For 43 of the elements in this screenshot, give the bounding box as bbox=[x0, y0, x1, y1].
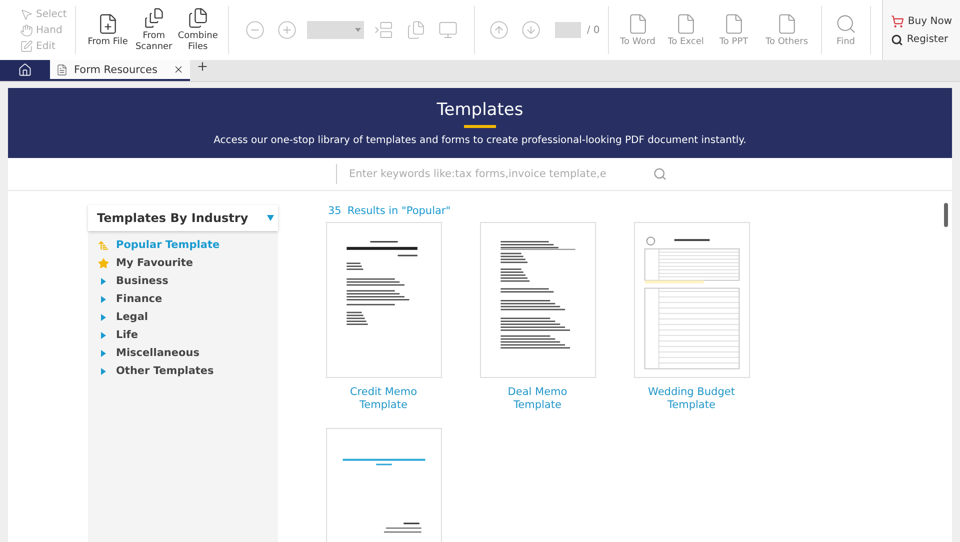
hand-icon bbox=[20, 24, 33, 36]
document-thumbnail[interactable] bbox=[480, 222, 596, 378]
from-scanner-button[interactable]: From Scanner bbox=[132, 7, 176, 53]
results-count: 35 bbox=[328, 205, 342, 217]
home-tab[interactable] bbox=[0, 60, 50, 81]
from-file-button[interactable]: From File bbox=[84, 12, 132, 48]
sidebar-header[interactable]: Templates By Industry bbox=[88, 205, 278, 231]
sidebar-title: Templates By Industry bbox=[97, 211, 248, 225]
document-thumbnail[interactable] bbox=[326, 428, 442, 542]
banner-title: Templates bbox=[436, 100, 524, 120]
category-item[interactable]: Finance bbox=[98, 291, 268, 307]
banner-subtitle: Access our one-stop library of templates and forms to create professional-looking PDF document instantly. bbox=[214, 135, 746, 146]
pointer-icon bbox=[20, 8, 33, 20]
category-item[interactable]: Legal bbox=[98, 309, 268, 325]
scrollbar-thumb[interactable] bbox=[944, 203, 948, 227]
search-icon bbox=[834, 12, 857, 34]
home-icon bbox=[18, 62, 32, 76]
page-number-field[interactable] bbox=[554, 22, 581, 38]
edit-icon bbox=[20, 40, 33, 52]
document-thumbnail[interactable] bbox=[326, 222, 442, 378]
category-item[interactable]: Other Templates bbox=[98, 363, 268, 379]
files-icon bbox=[186, 7, 209, 29]
dropdown-icon bbox=[354, 28, 361, 32]
category-item[interactable]: Miscellaneous bbox=[98, 345, 268, 361]
category-item[interactable]: Life bbox=[98, 327, 268, 343]
results-label: Results in "Popular" bbox=[347, 205, 451, 217]
cart-icon bbox=[890, 14, 904, 28]
spreadsheet-thumbnail[interactable] bbox=[634, 222, 750, 378]
document-tab[interactable]: Form Resources bbox=[50, 60, 190, 81]
page-count: / 0 bbox=[586, 24, 600, 36]
star-icon bbox=[98, 258, 109, 268]
document-icon bbox=[56, 64, 68, 76]
ranking-icon bbox=[98, 240, 109, 250]
dropdown-icon bbox=[267, 215, 274, 221]
search-icon bbox=[890, 34, 903, 46]
buy-now-button[interactable]: Buy Now bbox=[890, 14, 952, 28]
category-item[interactable]: My Favourite bbox=[98, 255, 268, 271]
register-button[interactable]: Register bbox=[890, 34, 952, 46]
zoom-dropdown[interactable] bbox=[306, 21, 364, 39]
combine-files-button[interactable]: Combine Files bbox=[176, 7, 220, 53]
close-icon[interactable] bbox=[173, 64, 184, 75]
search-icon bbox=[653, 167, 667, 181]
category-item[interactable]: Business bbox=[98, 273, 268, 289]
